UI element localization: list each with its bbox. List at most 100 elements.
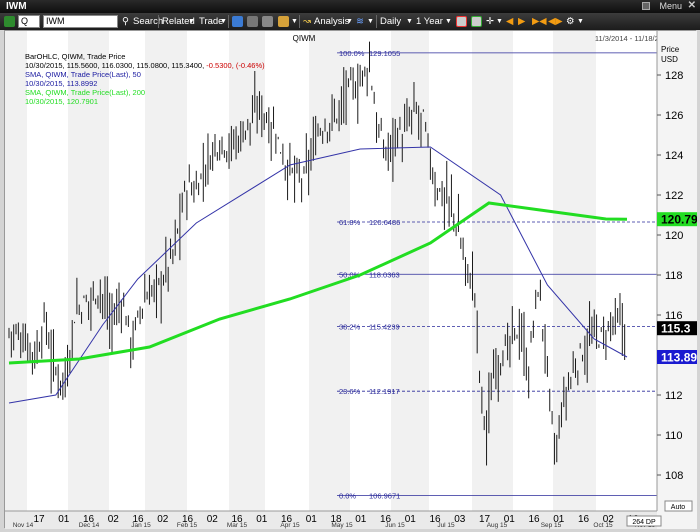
time-tick-label: 02 [108, 514, 120, 525]
time-month-label: Oct 15 [593, 522, 613, 529]
analysis-menu[interactable]: Analysis [314, 15, 349, 28]
chart-symbol-title: QIWM [293, 34, 316, 43]
fib-percent-label: 61.8% [339, 218, 361, 227]
crosshair-icon[interactable]: ✛ [486, 15, 494, 28]
up-arrow-icon[interactable] [4, 16, 15, 27]
toolbar: Q IWM ⚲ Search Related ▼ Trade ▼ ▼ ↝ Ana… [0, 13, 700, 30]
price-axis-unit: USD [661, 55, 678, 64]
price-tick-label: 124 [665, 150, 683, 162]
time-tick-label: 01 [256, 514, 268, 525]
time-tick-label: 01 [306, 514, 318, 525]
time-tick-label: 03 [454, 514, 466, 525]
time-month-label: Feb 15 [177, 522, 198, 529]
time-month-label: Jun 15 [385, 522, 405, 529]
time-tick-label: 01 [355, 514, 367, 525]
time-month-label: Nov 14 [13, 522, 34, 529]
fib-percent-label: 100.0% [339, 49, 365, 58]
settings-icon[interactable]: ⚙ [566, 15, 575, 28]
range-chevron-icon[interactable]: ▼ [445, 15, 452, 28]
scroll-right-icon[interactable]: ▶ [518, 15, 525, 28]
price-tick-label: 108 [665, 470, 683, 482]
fib-percent-label: 38.2% [339, 323, 361, 332]
period-label: 264 DP [632, 519, 656, 526]
chart-area[interactable]: 100.0% 129.1055 61.8% 120.6486 50.0% 118.0363… [4, 30, 698, 529]
legend-line: SMA, QIWM, Trade Price(Last), 200 [25, 88, 145, 97]
divider [228, 15, 229, 28]
draw-line-icon[interactable] [456, 16, 467, 27]
time-tick-label: 02 [157, 514, 169, 525]
frequency-select[interactable]: Daily [380, 15, 401, 28]
legend-line: BarOHLC, QIWM, Trade Price [25, 52, 125, 61]
price-axis-title: Price [661, 45, 680, 54]
undo-icon[interactable] [232, 16, 243, 27]
draw-annotation-icon[interactable] [471, 16, 482, 27]
fib-value-label: 106.9671 [369, 492, 400, 501]
crosshair-chevron-icon[interactable]: ▼ [496, 15, 503, 28]
time-month-label: Mar 15 [227, 522, 248, 529]
fib-value-label: 118.0363 [369, 270, 400, 279]
studies-icon[interactable]: ≋ [356, 15, 364, 28]
trade-chevron-icon[interactable]: ▼ [220, 15, 227, 28]
chart-icon[interactable] [262, 16, 273, 27]
search-icon[interactable]: ⚲ [122, 15, 129, 28]
symbol-type-select[interactable]: Q [18, 15, 40, 28]
price-tick-label: 116 [665, 310, 683, 322]
menu-button[interactable]: Menu [659, 1, 682, 11]
fib-value-label: 129.1055 [369, 49, 400, 58]
zoom-out-icon[interactable]: ◀▶ [548, 15, 563, 28]
month-stripe [553, 31, 596, 511]
studies-chevron-icon[interactable]: ▼ [367, 15, 374, 28]
fib-value-label: 115.4239 [369, 323, 400, 332]
price-tag-label: 115.3 [661, 322, 691, 336]
price-tick-label: 110 [665, 430, 683, 442]
fib-percent-label: 0.0% [339, 492, 356, 501]
related-chevron-icon[interactable]: ▼ [188, 15, 195, 28]
fib-value-label: 120.6486 [369, 218, 400, 227]
analysis-chevron-icon[interactable]: ▼ [346, 15, 353, 28]
time-tick-label: 01 [405, 514, 417, 525]
divider [376, 15, 377, 28]
divider [299, 15, 300, 28]
folder-icon[interactable] [278, 16, 289, 27]
range-select[interactable]: 1 Year [416, 15, 443, 28]
month-stripe [472, 31, 513, 511]
scroll-left-icon[interactable]: ◀ [506, 15, 513, 28]
window-title: IWM [6, 1, 27, 12]
price-tick-label: 118 [665, 270, 683, 282]
time-month-label: Sep 15 [541, 522, 562, 529]
analysis-icon[interactable]: ↝ [303, 15, 311, 28]
auto-scale-label: Auto [671, 504, 686, 511]
price-tag-label: 113.89 [661, 351, 697, 365]
legend-line: 10/30/2015, 120.7901 [25, 97, 98, 106]
time-tick-label: 02 [207, 514, 219, 525]
price-tick-label: 112 [665, 390, 683, 402]
frequency-chevron-icon[interactable]: ▼ [406, 15, 413, 28]
time-tick-label: 16 [528, 514, 540, 525]
time-tick-label: 01 [58, 514, 70, 525]
month-stripe [5, 31, 27, 511]
price-tag-label: 120.79 [661, 213, 697, 227]
window-titlebar: IWM Menu ✕ [0, 0, 700, 13]
time-month-label: May 15 [331, 522, 353, 529]
price-tick-label: 128 [665, 70, 683, 82]
delete-icon[interactable] [247, 16, 258, 27]
price-tick-label: 120 [665, 230, 683, 242]
price-tick-label: 122 [665, 190, 683, 202]
symbol-input[interactable]: IWM [43, 15, 118, 28]
legend-line: SMA, QIWM, Trade Price(Last), 50 [25, 70, 141, 79]
folder-chevron-icon[interactable]: ▼ [291, 15, 298, 28]
legend-line: 10/30/2015, 115.5600, 116.0300, 115.0800… [25, 61, 265, 70]
time-tick-label: 16 [578, 514, 590, 525]
legend-line: 10/30/2015, 113.8992 [25, 79, 97, 88]
divider [158, 15, 159, 28]
time-month-label: Jul 15 [437, 522, 455, 529]
price-tick-label: 126 [665, 110, 683, 122]
price-chart[interactable]: 100.0% 129.105561.8% 120.648650.0% 118.0363… [5, 31, 698, 529]
zoom-in-icon[interactable]: ▶◀ [532, 15, 547, 28]
time-month-label: Dec 14 [79, 522, 100, 529]
time-month-label: Apr 15 [280, 522, 300, 529]
close-icon[interactable]: ✕ [688, 0, 696, 11]
menu-icon[interactable] [642, 2, 650, 10]
settings-chevron-icon[interactable]: ▼ [577, 15, 584, 28]
time-month-label: Aug 15 [487, 522, 508, 529]
